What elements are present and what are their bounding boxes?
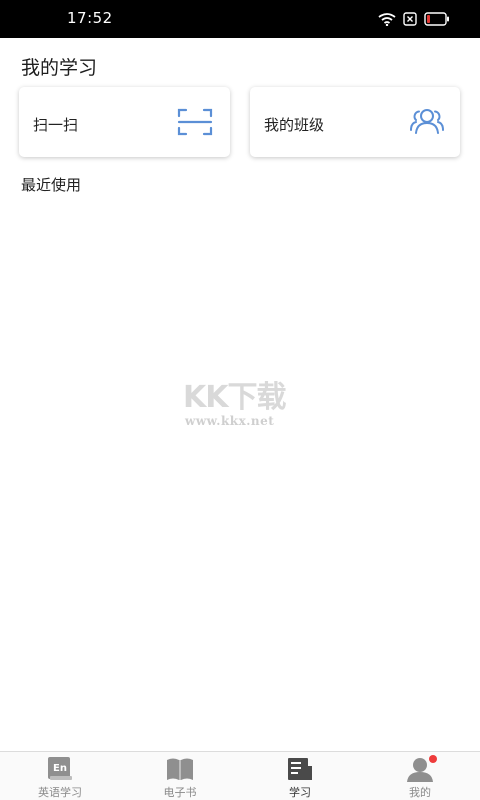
battery-low-icon <box>424 12 449 26</box>
tab-ebook[interactable]: 电子书 <box>120 752 240 800</box>
open-book-icon <box>167 758 193 780</box>
my-class-card[interactable]: 我的班级 <box>250 87 460 157</box>
tab-study[interactable]: 学习 <box>240 752 360 800</box>
tab-label: 电子书 <box>163 786 197 799</box>
tab-mine[interactable]: 我的 <box>360 752 480 800</box>
watermark-logo: KK下载 www.kkx.net <box>183 372 303 432</box>
tab-label: 英语学习 <box>38 786 82 799</box>
notification-badge <box>429 755 437 763</box>
en-book-icon-text: En <box>53 763 67 774</box>
recent-section-title: 最近使用 <box>21 176 82 194</box>
sim-off-icon <box>403 12 417 26</box>
my-class-label: 我的班级 <box>264 116 325 134</box>
page-title: 我的学习 <box>21 57 98 79</box>
study-doc-icon <box>288 758 312 780</box>
status-icons <box>378 11 450 27</box>
scan-label: 扫一扫 <box>33 116 79 134</box>
wifi-icon <box>378 13 396 26</box>
en-book-icon: En <box>48 757 72 780</box>
tab-label: 我的 <box>409 786 431 799</box>
tab-label: 学习 <box>289 786 311 799</box>
status-time: 17:52 <box>67 9 113 27</box>
watermark-main-text: KK下载 <box>183 380 286 415</box>
scan-card[interactable]: 扫一扫 <box>19 87 230 157</box>
bottom-tab-bar: En 英语学习 电子书 学习 我的 <box>0 751 480 800</box>
scan-icon <box>177 108 213 136</box>
status-bar: 17:52 <box>0 0 480 38</box>
group-icon <box>410 109 444 134</box>
tab-english-learning[interactable]: En 英语学习 <box>0 752 120 800</box>
watermark-url: www.kkx.net <box>185 414 275 428</box>
